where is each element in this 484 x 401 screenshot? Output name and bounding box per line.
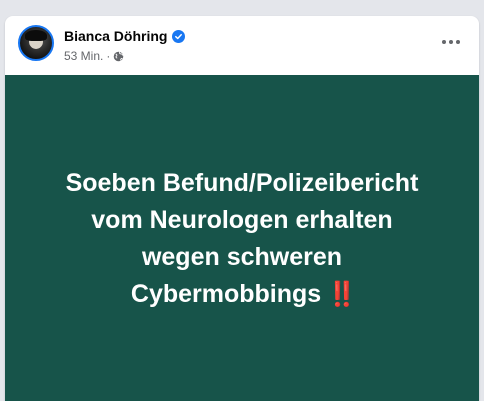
post-text: Soeben Befund/Polizeibericht vom Neurolo… bbox=[66, 165, 419, 313]
post-text-line: Soeben Befund/Polizeibericht bbox=[65, 169, 419, 197]
more-options-icon[interactable] bbox=[439, 32, 463, 52]
avatar[interactable] bbox=[18, 25, 54, 61]
feed-page: Bianca Döhring 53 Min. · Soeben Befund/P… bbox=[0, 0, 484, 401]
author-name[interactable]: Bianca Döhring bbox=[64, 28, 167, 44]
post-text-line: vom Neurologen erhalten bbox=[91, 206, 393, 234]
post-text-line: wegen schweren bbox=[141, 243, 343, 271]
globe-icon[interactable] bbox=[113, 51, 124, 62]
post-meta: 53 Min. · bbox=[64, 49, 124, 63]
verified-badge-icon bbox=[172, 29, 186, 43]
post-timestamp[interactable]: 53 Min. bbox=[64, 49, 103, 63]
meta-separator: · bbox=[106, 49, 111, 63]
author-row: Bianca Döhring bbox=[64, 28, 186, 44]
double-exclamation-emoji: ‼️ bbox=[327, 281, 357, 308]
post-header: Bianca Döhring 53 Min. · bbox=[5, 16, 479, 74]
post-text-background: Soeben Befund/Polizeibericht vom Neurolo… bbox=[5, 75, 479, 401]
post-card: Bianca Döhring 53 Min. · Soeben Befund/P… bbox=[5, 16, 479, 401]
post-text-line-content: Cybermobbings bbox=[130, 280, 322, 308]
post-text-line-last: Cybermobbings ‼️ bbox=[66, 276, 419, 313]
